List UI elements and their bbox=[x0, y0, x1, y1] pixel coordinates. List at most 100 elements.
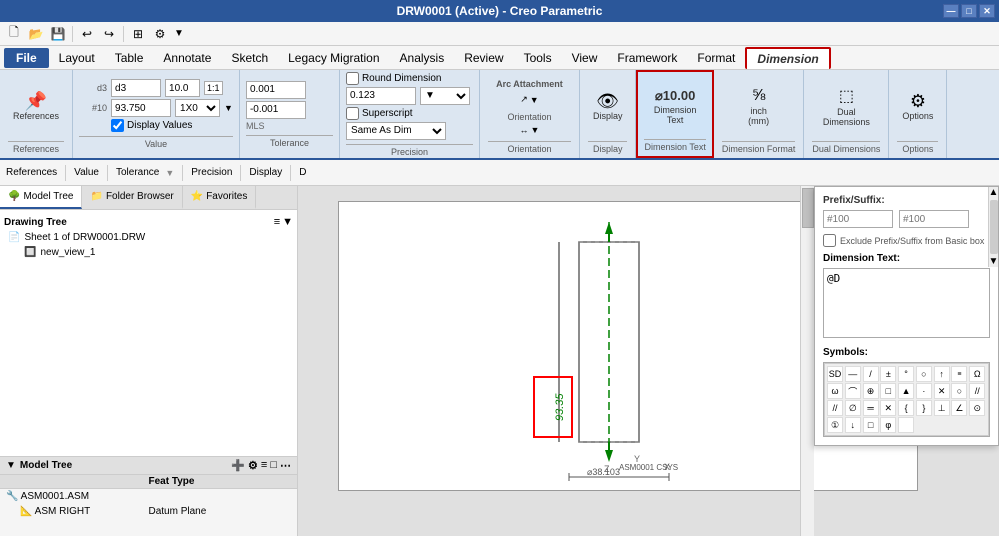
menu-format[interactable]: Format bbox=[687, 48, 745, 68]
menu-framework[interactable]: Framework bbox=[607, 48, 687, 68]
sym-parallel1[interactable]: // bbox=[969, 383, 985, 399]
display-values-checkbox[interactable]: Display Values bbox=[111, 119, 192, 132]
sym-downarrow[interactable]: ↓ bbox=[845, 417, 861, 433]
tol-lower-input[interactable] bbox=[246, 101, 306, 119]
sym-square2[interactable]: □ bbox=[863, 417, 879, 433]
btree-row-right[interactable]: 📐 ASM RIGHT Datum Plane bbox=[0, 504, 297, 519]
superscript-checkbox[interactable]: Superscript bbox=[346, 107, 413, 120]
references-button[interactable]: 📌 References bbox=[8, 89, 64, 124]
round-dimension-checkbox[interactable]: Round Dimension bbox=[346, 72, 442, 85]
sym-angle[interactable]: ∠ bbox=[951, 400, 967, 416]
menu-table[interactable]: Table bbox=[105, 48, 154, 68]
dim-text-textarea[interactable]: @D bbox=[823, 268, 990, 338]
toolbar-dropdown[interactable]: ▼ bbox=[172, 27, 186, 40]
menu-dimension[interactable]: Dimension bbox=[745, 47, 830, 69]
dimension-text-button[interactable]: ⌀10.00 DimensionText bbox=[650, 86, 701, 127]
grid-toggle[interactable]: ⊞ bbox=[128, 24, 148, 44]
new-button[interactable]: 🗋 bbox=[4, 24, 24, 44]
tree-expand-button[interactable]: ▼ bbox=[282, 216, 293, 228]
sym-curly[interactable]: { bbox=[898, 400, 914, 416]
sym-slash[interactable]: / bbox=[863, 366, 879, 382]
sym-dot[interactable]: · bbox=[916, 383, 932, 399]
sym-oplus[interactable]: ⊕ bbox=[863, 383, 879, 399]
options-button[interactable]: ⚙ Options bbox=[897, 89, 938, 124]
dual-dimensions-button[interactable]: ⬚ DualDimensions bbox=[818, 83, 875, 130]
prec-value-input[interactable] bbox=[346, 87, 416, 105]
suffix-input[interactable] bbox=[899, 210, 969, 228]
menu-review[interactable]: Review bbox=[454, 48, 513, 68]
dim-type-select[interactable]: 1X0 bbox=[175, 99, 220, 117]
tab-model-tree[interactable]: 🌳 Model Tree bbox=[0, 186, 82, 209]
maximize-button[interactable]: □ bbox=[961, 4, 977, 18]
sym-circled1[interactable]: ① bbox=[827, 417, 843, 433]
sym-bracket[interactable]: } bbox=[916, 400, 932, 416]
menu-analysis[interactable]: Analysis bbox=[390, 48, 455, 68]
dimension-format-button[interactable]: ⅝ inch(mm) bbox=[741, 84, 777, 129]
sym-circle2[interactable]: ○ bbox=[951, 383, 967, 399]
sym-dash[interactable]: — bbox=[845, 366, 861, 382]
redo-button[interactable]: ↪ bbox=[99, 24, 119, 44]
tab-folder-browser[interactable]: 📁 Folder Browser bbox=[82, 186, 182, 209]
menu-legacy-migration[interactable]: Legacy Migration bbox=[278, 48, 389, 68]
sym-x[interactable]: ✕ bbox=[880, 400, 896, 416]
prec-select[interactable]: ▼ bbox=[420, 87, 470, 105]
dim-value-input[interactable] bbox=[111, 99, 171, 117]
sym-circle[interactable]: ○ bbox=[916, 366, 932, 382]
sym-plusminus[interactable]: ± bbox=[880, 366, 896, 382]
tab-favorites[interactable]: ⭐ Favorites bbox=[183, 186, 257, 209]
canvas-scrollbar[interactable] bbox=[800, 186, 814, 536]
dim-name-input[interactable] bbox=[111, 79, 161, 97]
sym-scroll[interactable]: ≡ bbox=[951, 366, 967, 382]
sym-diameter[interactable]: ∅ bbox=[845, 400, 861, 416]
sym-uparrow[interactable]: ↑ bbox=[934, 366, 950, 382]
save-button[interactable]: 💾 bbox=[48, 24, 68, 44]
tree-options-button[interactable]: ≡ bbox=[274, 216, 280, 228]
menu-file[interactable]: File bbox=[4, 48, 49, 68]
sym-target[interactable]: ⊙ bbox=[969, 400, 985, 416]
quick-access-toolbar: 🗋 📂 💾 ↩ ↪ ⊞ ⚙ ▼ bbox=[0, 22, 999, 46]
scale-ratio: 1:1 bbox=[204, 81, 223, 95]
tree-item-view[interactable]: 🔲 new_view_1 bbox=[4, 245, 293, 260]
sym-triangle[interactable]: ▲ bbox=[898, 383, 914, 399]
sym-perp[interactable]: ⊥ bbox=[934, 400, 950, 416]
undo-button[interactable]: ↩ bbox=[77, 24, 97, 44]
sym-blank[interactable] bbox=[898, 417, 914, 433]
prefix-input[interactable] bbox=[823, 210, 893, 228]
orientation-button[interactable]: ↔ ▼ bbox=[489, 122, 569, 138]
minimize-button[interactable]: — bbox=[943, 4, 959, 18]
dim-scale-input[interactable] bbox=[165, 79, 200, 97]
menu-layout[interactable]: Layout bbox=[49, 48, 105, 68]
btree-row-asm[interactable]: 🔧 ASM0001.ASM bbox=[0, 489, 297, 504]
btree-more-button[interactable]: ⋯ bbox=[280, 459, 291, 472]
btree-expand-button[interactable]: □ bbox=[270, 459, 277, 472]
exclude-prefix-checkbox[interactable] bbox=[823, 234, 836, 247]
tol-upper-input[interactable] bbox=[246, 81, 306, 99]
sym-double-dash[interactable]: ═ bbox=[863, 400, 879, 416]
same-as-dim-select[interactable]: Same As Dim bbox=[346, 122, 446, 140]
arc-attachment-button[interactable]: ↗ ▼ bbox=[511, 91, 547, 108]
sym-omega[interactable]: ω bbox=[827, 383, 843, 399]
menu-annotate[interactable]: Annotate bbox=[153, 48, 221, 68]
menu-tools[interactable]: Tools bbox=[514, 48, 562, 68]
close-button[interactable]: ✕ bbox=[979, 4, 995, 18]
favorites-icon: ⭐ bbox=[191, 191, 203, 202]
sym-sd[interactable]: SD bbox=[827, 366, 843, 382]
sym-phi[interactable]: φ bbox=[880, 417, 896, 433]
btree-options-button[interactable]: ≡ bbox=[261, 459, 267, 472]
open-button[interactable]: 📂 bbox=[26, 24, 46, 44]
scrollbar-thumb[interactable] bbox=[802, 188, 814, 228]
sym-arc[interactable]: ⌒ bbox=[845, 383, 861, 399]
sym-degree[interactable]: ° bbox=[898, 366, 914, 382]
menu-sketch[interactable]: Sketch bbox=[221, 48, 278, 68]
model-tree-icon: 🌳 bbox=[8, 191, 20, 202]
sym-square[interactable]: □ bbox=[880, 383, 896, 399]
display-button[interactable]: 👁 Display bbox=[588, 89, 628, 124]
sym-parallel2[interactable]: // bbox=[827, 400, 843, 416]
settings-button[interactable]: ⚙ bbox=[150, 24, 170, 44]
tree-item-sheet[interactable]: 📄 Sheet 1 of DRW0001.DRW bbox=[4, 230, 293, 245]
menu-view[interactable]: View bbox=[562, 48, 608, 68]
btree-filter-button[interactable]: ⚙ bbox=[248, 459, 258, 472]
sym-omega-cap[interactable]: Ω bbox=[969, 366, 985, 382]
sym-cross[interactable]: ✕ bbox=[934, 383, 950, 399]
btree-add-button[interactable]: ➕ bbox=[231, 459, 245, 472]
